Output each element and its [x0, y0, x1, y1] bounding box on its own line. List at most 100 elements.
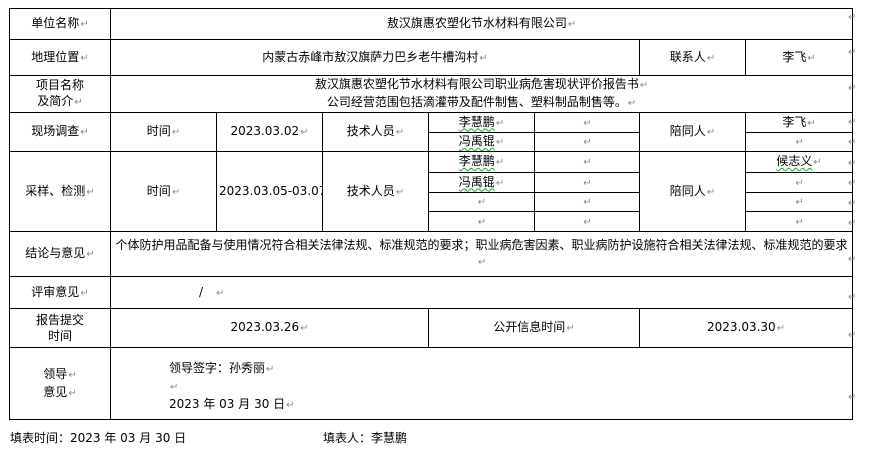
row-end-mark-icon: ↵ — [848, 47, 857, 58]
survey-escort-2-cell: ↵ — [744, 132, 854, 152]
survey-label: 现场调查 — [31, 124, 80, 138]
project-value-line1: 敖汉旗惠农塑化节水材料有限公司职业病危害现状评价报告书 — [314, 77, 639, 91]
paragraph-mark-icon: ↵ — [495, 137, 505, 148]
sample-escort-2-cell: ↵ — [744, 172, 854, 193]
sample-escort-label-cell: 陪同人↵ — [639, 151, 746, 232]
paragraph-mark-icon: ↵ — [706, 127, 716, 138]
submit-label-cell: 报告提交 时间 — [9, 308, 111, 348]
row-conclusion: 结论与意见↵ 个体防护用品配备与使用情况符合相关法律法规、标准规范的要求；职业病… — [9, 231, 854, 277]
review-label: 评审意见 — [31, 284, 80, 299]
paragraph-mark-icon: ↵ — [495, 117, 505, 129]
sample-tech-1-cell: 李慧鹏↵ — [428, 151, 535, 173]
paragraph-mark-icon: ↵ — [813, 157, 822, 168]
paragraph-mark-icon: ↵ — [86, 186, 95, 198]
paragraph-mark-icon: ↵ — [80, 19, 89, 30]
conclusion-value: 个体防护用品配备与使用情况符合相关法律法规、标准规范的要求；职业病危害因素、职业… — [115, 238, 848, 252]
paragraph-mark-icon: ↵ — [80, 287, 89, 299]
survey-tech-label: 技术人员 — [346, 124, 395, 138]
survey-escort-1: 李飞 — [782, 114, 807, 129]
row-sample-1: 采样、检测↵ 时间↵ 2023.03.05-03.07↵ 技术人员↵ 李慧鹏↵ … — [9, 151, 854, 232]
contact-value-cell: 李飞 ↵ — [744, 39, 854, 76]
sample-tech-label: 技术人员 — [346, 183, 395, 198]
leader-label-cell: 领导↵ 意见↵ — [9, 347, 111, 420]
conclusion-label: 结论与意见 — [25, 246, 86, 260]
row-end-mark-icon: ↵ — [848, 392, 857, 403]
survey-escort-1-cell: 李飞 ↵ — [744, 112, 854, 133]
public-info-form: 单位名称↵ 敖汉旗惠农塑化节水材料有限公司↵ 地理位置↵ 内蒙古赤峰市敖汉旗萨力… — [9, 8, 854, 420]
sample-escort-4-cell: ↵ — [744, 211, 854, 232]
paragraph-mark-icon: ↵ — [286, 400, 295, 411]
row-end-mark-icon: ↵ — [848, 292, 857, 303]
project-label-line1: 项目名称 — [35, 78, 84, 92]
survey-escort-label: 陪同人 — [669, 124, 706, 138]
sample-tech-2: 冯禹锟 — [458, 174, 495, 189]
paragraph-mark-icon: ↵ — [639, 80, 649, 91]
survey-escort-label-cell: 陪同人↵ — [639, 112, 746, 152]
sample-label-cell: 采样、检测↵ — [9, 151, 111, 232]
location-label: 地理位置 — [31, 49, 80, 64]
paragraph-mark-icon: ↵ — [795, 197, 804, 208]
paragraph-mark-icon: ↵ — [477, 216, 487, 228]
contact-value: 李飞 — [782, 49, 807, 64]
row-unit-name: 单位名称↵ 敖汉旗惠农塑化节水材料有限公司↵ — [9, 8, 854, 40]
sample-escort-3-cell: ↵ — [744, 192, 854, 212]
conclusion-label-cell: 结论与意见↵ — [9, 231, 111, 277]
paragraph-mark-icon: ↵ — [583, 216, 592, 228]
leader-value-cell: 领导签字：孙秀丽↵ ↵ 2023 年 03 月 30 日↵ — [109, 347, 854, 420]
conclusion-value-cell: 个体防护用品配备与使用情况符合相关法律法规、标准规范的要求；职业病危害因素、职业… — [109, 231, 854, 277]
paragraph-mark-icon: ↵ — [395, 186, 405, 198]
survey-tech-2: 冯禹锟 — [458, 134, 495, 148]
fill-time: 填表时间：2023 年 03 月 30 日 — [10, 431, 187, 445]
paragraph-mark-icon: ↵ — [68, 387, 77, 399]
unit-name-label: 单位名称 — [31, 16, 80, 30]
paragraph-mark-icon: ↵ — [68, 369, 77, 381]
paragraph-mark-icon: ↵ — [795, 216, 804, 228]
project-value-cell: 敖汉旗惠农塑化节水材料有限公司职业病危害现状评价报告书↵ 公司经营范围包括滴灌带… — [109, 75, 854, 113]
location-value: 内蒙古赤峰市敖汉旗萨力巴乡老牛槽沟村 — [262, 49, 479, 64]
paragraph-mark-icon: ↵ — [80, 52, 89, 64]
survey-label-cell: 现场调查↵ — [9, 112, 111, 152]
survey-tech-extra-2-cell: ↵ — [534, 132, 640, 152]
survey-time-value-cell: 2023.03.02↵ — [216, 112, 323, 152]
publish-value: 2023.03.30 — [706, 320, 776, 334]
survey-tech-1-cell: 李慧鹏↵ — [428, 112, 535, 133]
sample-label: 采样、检测 — [25, 183, 86, 198]
paragraph-mark-icon: ↵ — [583, 157, 592, 168]
sample-tech-1: 李慧鹏 — [458, 154, 495, 168]
project-value-line2: 公司经营范围包括滴灌带及配件制售、塑料制品制售等。 — [326, 95, 627, 109]
location-value-cell: 内蒙古赤峰市敖汉旗萨力巴乡老牛槽沟村↵ — [110, 39, 640, 76]
publish-label: 公开信息时间 — [493, 320, 566, 334]
row-end-mark-icon: ↵ — [848, 137, 857, 148]
paragraph-mark-icon: ↵ — [583, 137, 592, 148]
row-review: 评审意见↵ / ↵ — [9, 276, 854, 309]
contact-label-cell: 联系人↵ — [639, 39, 746, 76]
row-survey-1: 现场调查↵ 时间↵ 2023.03.02↵ 技术人员↵ 李慧鹏↵ ↵ 陪同人↵ … — [9, 112, 854, 152]
survey-time-label-cell: 时间↵ — [110, 112, 217, 152]
leader-date-line: 2023 年 03 月 30 日↵ — [169, 396, 850, 414]
leader-date: 2023 年 03 月 30 日 — [169, 397, 286, 411]
paragraph-mark-icon: ↵ — [300, 127, 309, 138]
paragraph-mark-icon: ↵ — [795, 177, 804, 189]
sample-escort-1-cell: 候志义↵ — [744, 151, 854, 173]
paragraph-mark-icon: ↵ — [216, 287, 225, 299]
paragraph-mark-icon: ↵ — [706, 186, 716, 198]
paragraph-mark-icon: ↵ — [80, 127, 89, 138]
leader-sign-line: 领导签字：孙秀丽↵ — [169, 360, 850, 378]
paragraph-mark-icon: ↵ — [479, 52, 488, 64]
paragraph-mark-icon: ↵ — [300, 323, 309, 334]
review-value: / — [199, 284, 204, 299]
unit-name-value-cell: 敖汉旗惠农塑化节水材料有限公司↵ — [109, 8, 854, 40]
paragraph-mark-icon: ↵ — [583, 177, 592, 189]
filler: 填表人：李慧鹏 — [323, 431, 408, 445]
sample-tech-2-cell: 冯禹锟↵ — [428, 172, 535, 193]
paragraph-mark-icon: ↵ — [776, 323, 786, 334]
survey-tech-2-cell: 冯禹锟↵ — [428, 132, 535, 152]
row-end-mark-icon: ↵ — [848, 83, 857, 94]
submit-label-line2: 时间 — [47, 329, 72, 343]
paragraph-mark-icon: ↵ — [171, 127, 181, 138]
leader-label-line1: 领导 — [43, 366, 68, 381]
form-footer: 填表时间：2023 年 03 月 30 日 填表人：李慧鹏 — [10, 431, 850, 445]
row-submit: 报告提交 时间 2023.03.26↵ 公开信息时间↵ 2023.03.30↵ — [9, 308, 854, 348]
row-end-mark-icon: ↵ — [848, 117, 857, 128]
sample-time-label-cell: 时间↵ — [110, 151, 217, 232]
